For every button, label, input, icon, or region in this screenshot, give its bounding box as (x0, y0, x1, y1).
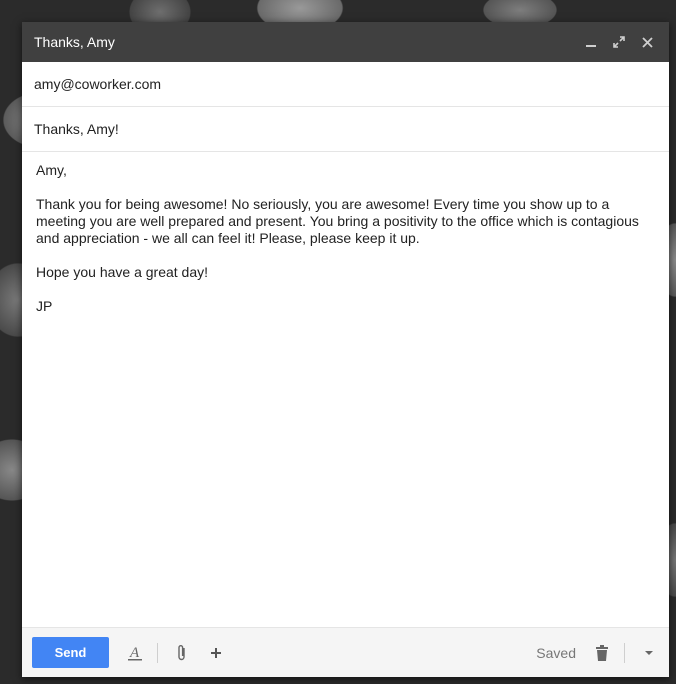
compose-titlebar[interactable]: Thanks, Amy (22, 22, 669, 62)
subject-field[interactable]: Thanks, Amy! (22, 107, 669, 152)
close-icon[interactable] (637, 32, 657, 52)
svg-text:A: A (129, 645, 140, 661)
compose-toolbar: Send A Saved (22, 627, 669, 677)
minimize-icon[interactable] (581, 32, 601, 52)
body-greeting: Amy, (36, 162, 67, 178)
message-body[interactable]: Amy, Thank you for being awesome! No ser… (22, 152, 669, 627)
body-closing: Hope you have a great day! (36, 264, 209, 280)
send-button[interactable]: Send (32, 637, 109, 668)
attach-file-icon[interactable] (172, 641, 192, 665)
compose-title: Thanks, Amy (34, 34, 115, 50)
saved-status: Saved (536, 644, 576, 661)
toolbar-divider-right (624, 642, 625, 663)
subject-text: Thanks, Amy! (34, 121, 119, 137)
discard-draft-icon[interactable] (592, 641, 612, 665)
formatting-options-icon[interactable]: A (125, 641, 145, 665)
compose-window: Thanks, Amy amy@coworker.com Thanks, Amy… (22, 22, 669, 677)
to-field[interactable]: amy@coworker.com (22, 62, 669, 107)
more-options-chevron-icon[interactable] (639, 641, 659, 665)
expand-icon[interactable] (609, 32, 629, 52)
to-recipient: amy@coworker.com (34, 76, 162, 92)
more-insert-options-icon[interactable] (206, 641, 226, 665)
body-paragraph: Thank you for being awesome! No seriousl… (36, 196, 639, 246)
body-signature: JP (36, 298, 53, 314)
toolbar-divider (157, 642, 158, 663)
